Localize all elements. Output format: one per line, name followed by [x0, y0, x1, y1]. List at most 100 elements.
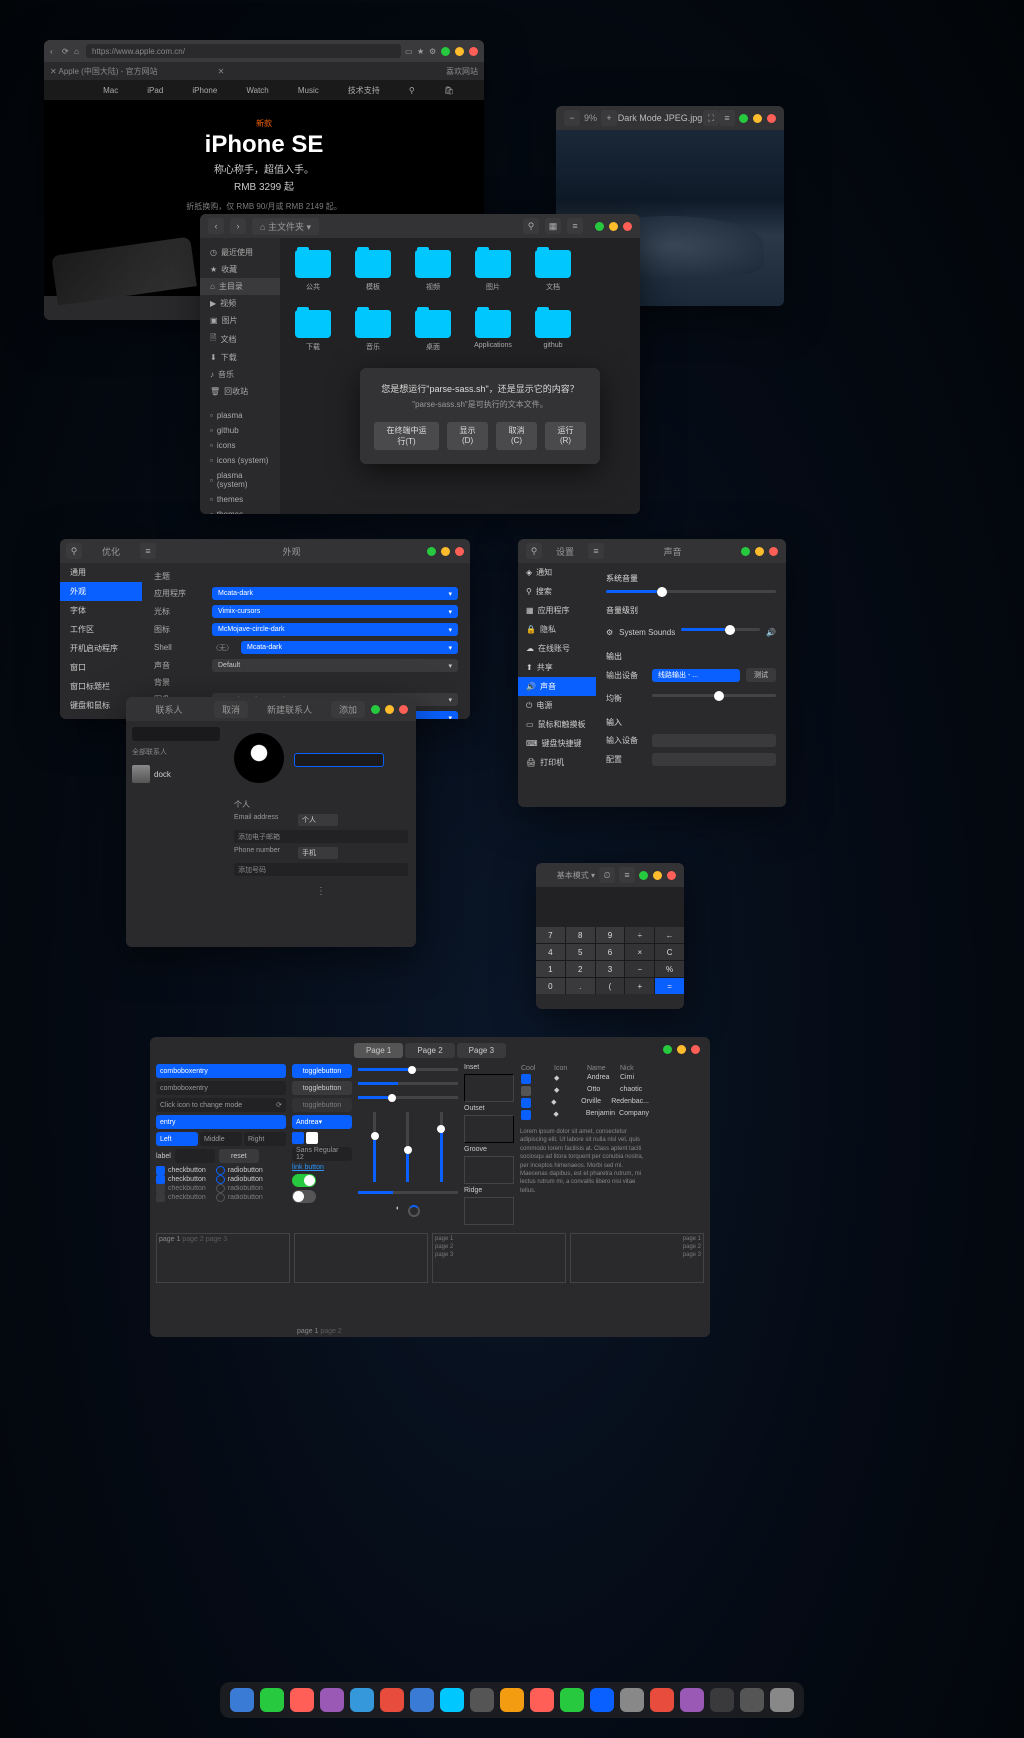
sidebar-item-mouse[interactable]: ▭ 鼠标和触摸板: [518, 715, 596, 734]
shell-dropdown[interactable]: Mcata-dark▾: [241, 641, 458, 654]
search-icon[interactable]: ⚲: [526, 543, 542, 559]
url-input[interactable]: https://www.apple.com.cn/: [86, 44, 401, 58]
checkbutton[interactable]: checkbutton: [156, 1184, 206, 1193]
table-row[interactable]: ◆BenjaminCompany: [520, 1109, 650, 1121]
notebook-tab[interactable]: page 3: [683, 1252, 701, 1258]
sidebar-dir[interactable]: ▫ plasma (system): [200, 468, 280, 492]
menu-icon[interactable]: ≡: [619, 867, 635, 883]
minimize-icon[interactable]: [595, 222, 604, 231]
sidebar-item-sharing[interactable]: ⬆ 共享: [518, 658, 596, 677]
folder-item[interactable]: 图片: [472, 250, 514, 292]
contact-search-input[interactable]: [132, 727, 220, 741]
sidebar-item-windows[interactable]: 窗口: [60, 658, 142, 677]
table-row[interactable]: ◆Ottochaotic: [520, 1085, 650, 1097]
sidebar-item-startup[interactable]: 开机启动程序: [60, 639, 142, 658]
phone-type-dropdown[interactable]: 手机: [298, 847, 338, 859]
key-8[interactable]: 8: [566, 927, 595, 943]
search-icon[interactable]: ⚲: [409, 86, 415, 95]
sidebar-item-appearance[interactable]: 外观: [60, 582, 142, 601]
h-slider[interactable]: [358, 1096, 458, 1099]
folder-item[interactable]: 模板: [352, 250, 394, 292]
mode-input[interactable]: Click icon to change mode⟳: [156, 1098, 286, 1112]
table-row[interactable]: ◆AndreaCimi: [520, 1073, 650, 1085]
nav-music[interactable]: Music: [298, 86, 319, 95]
close-icon[interactable]: [469, 47, 478, 56]
sidebar-trash[interactable]: 🗑 回收站: [200, 383, 280, 400]
folder-item[interactable]: 文档: [532, 250, 574, 292]
folder-item[interactable]: 桌面: [412, 310, 454, 352]
cancel-button[interactable]: 取消: [214, 701, 248, 718]
name-input[interactable]: [294, 753, 384, 767]
nav-ipad[interactable]: iPad: [147, 86, 163, 95]
tab-page3[interactable]: Page 3: [457, 1043, 506, 1058]
menu-icon[interactable]: ≡: [588, 543, 604, 559]
v-slider[interactable]: [373, 1112, 376, 1182]
notebook-tab[interactable]: page 2: [683, 1244, 701, 1250]
minimize-icon[interactable]: [739, 114, 748, 123]
minimize-icon[interactable]: [741, 547, 750, 556]
sidebar-item-power[interactable]: ⏻ 电源: [518, 696, 596, 715]
reload-icon[interactable]: ⟳: [62, 47, 70, 55]
contact-entry[interactable]: dock: [132, 765, 220, 783]
dock-app-icon[interactable]: [680, 1688, 704, 1712]
key-minus[interactable]: −: [625, 961, 654, 977]
menu-icon[interactable]: ≡: [567, 218, 583, 234]
forward-icon[interactable]: ›: [230, 218, 246, 234]
output-device-dropdown[interactable]: 线路输出 - ...: [652, 669, 740, 682]
back-icon[interactable]: ‹: [50, 47, 58, 55]
maximize-icon[interactable]: [609, 222, 618, 231]
spin-mid[interactable]: Middle: [200, 1132, 242, 1146]
sidebar-pictures[interactable]: ▣ 图片: [200, 312, 280, 329]
close-icon[interactable]: [691, 1045, 700, 1054]
v-slider[interactable]: [406, 1112, 409, 1182]
phone-input[interactable]: 添加号码: [234, 863, 408, 876]
table-header[interactable]: Nick: [619, 1064, 650, 1073]
reset-button[interactable]: reset: [219, 1149, 259, 1163]
color-swatch[interactable]: [306, 1132, 318, 1144]
folder-item[interactable]: 音乐: [352, 310, 394, 352]
dock-app-icon[interactable]: [260, 1688, 284, 1712]
input-device-dropdown[interactable]: [652, 734, 776, 747]
close-icon[interactable]: [455, 547, 464, 556]
h-slider[interactable]: [358, 1068, 458, 1071]
sound-dropdown[interactable]: Default▾: [212, 659, 458, 672]
sidebar-dir[interactable]: ▫ icons (system): [200, 453, 280, 468]
bag-icon[interactable]: 🛍: [444, 86, 454, 95]
sidebar-starred[interactable]: ★ 收藏: [200, 261, 280, 278]
sidebar-item-search[interactable]: ⚲ 搜索: [518, 582, 596, 601]
sys-sounds-slider[interactable]: [681, 628, 760, 631]
table-row[interactable]: ◆OrvilleRedenbac...: [520, 1097, 650, 1109]
sidebar-dir[interactable]: ▫ themes: [200, 492, 280, 507]
star-icon[interactable]: ★: [417, 47, 425, 55]
sidebar-videos[interactable]: ▶ 视频: [200, 295, 280, 312]
more-icon[interactable]: ⋮: [234, 886, 408, 897]
spin-input[interactable]: [175, 1149, 215, 1163]
minimize-icon[interactable]: [441, 47, 450, 56]
menu-icon[interactable]: ≡: [140, 543, 156, 559]
maximize-icon[interactable]: [455, 47, 464, 56]
settings-icon[interactable]: ⚙: [429, 47, 437, 55]
dock-app-icon[interactable]: [290, 1688, 314, 1712]
v-slider[interactable]: [440, 1112, 443, 1182]
bookmark-label[interactable]: 喜欢网站: [446, 66, 478, 77]
key-1[interactable]: 1: [536, 961, 565, 977]
notebook-tab[interactable]: page 1: [435, 1236, 563, 1242]
font-picker[interactable]: Sans Regular 12: [292, 1147, 352, 1161]
maximize-icon[interactable]: [653, 871, 662, 880]
speaker-icon[interactable]: 🔊: [766, 628, 776, 637]
folder-item[interactable]: github: [532, 310, 574, 352]
calc-mode-dropdown[interactable]: 基本模式 ▾: [557, 870, 595, 881]
sidebar-item-fonts[interactable]: 字体: [60, 601, 142, 620]
zoom-in-icon[interactable]: +: [601, 110, 617, 126]
minimize-icon[interactable]: [639, 871, 648, 880]
maximize-icon[interactable]: [753, 114, 762, 123]
zoom-out-icon[interactable]: −: [564, 110, 580, 126]
nav-watch[interactable]: Watch: [246, 86, 268, 95]
combo-input[interactable]: comboboxentry: [156, 1081, 286, 1095]
maximize-icon[interactable]: [755, 547, 764, 556]
link-button[interactable]: link button: [292, 1164, 352, 1171]
toggle-button[interactable]: togglebutton: [292, 1064, 352, 1078]
dock-app-icon[interactable]: [590, 1688, 614, 1712]
checkbutton[interactable]: checkbutton: [156, 1175, 206, 1184]
sidebar-documents[interactable]: 🗎 文档: [200, 329, 280, 349]
